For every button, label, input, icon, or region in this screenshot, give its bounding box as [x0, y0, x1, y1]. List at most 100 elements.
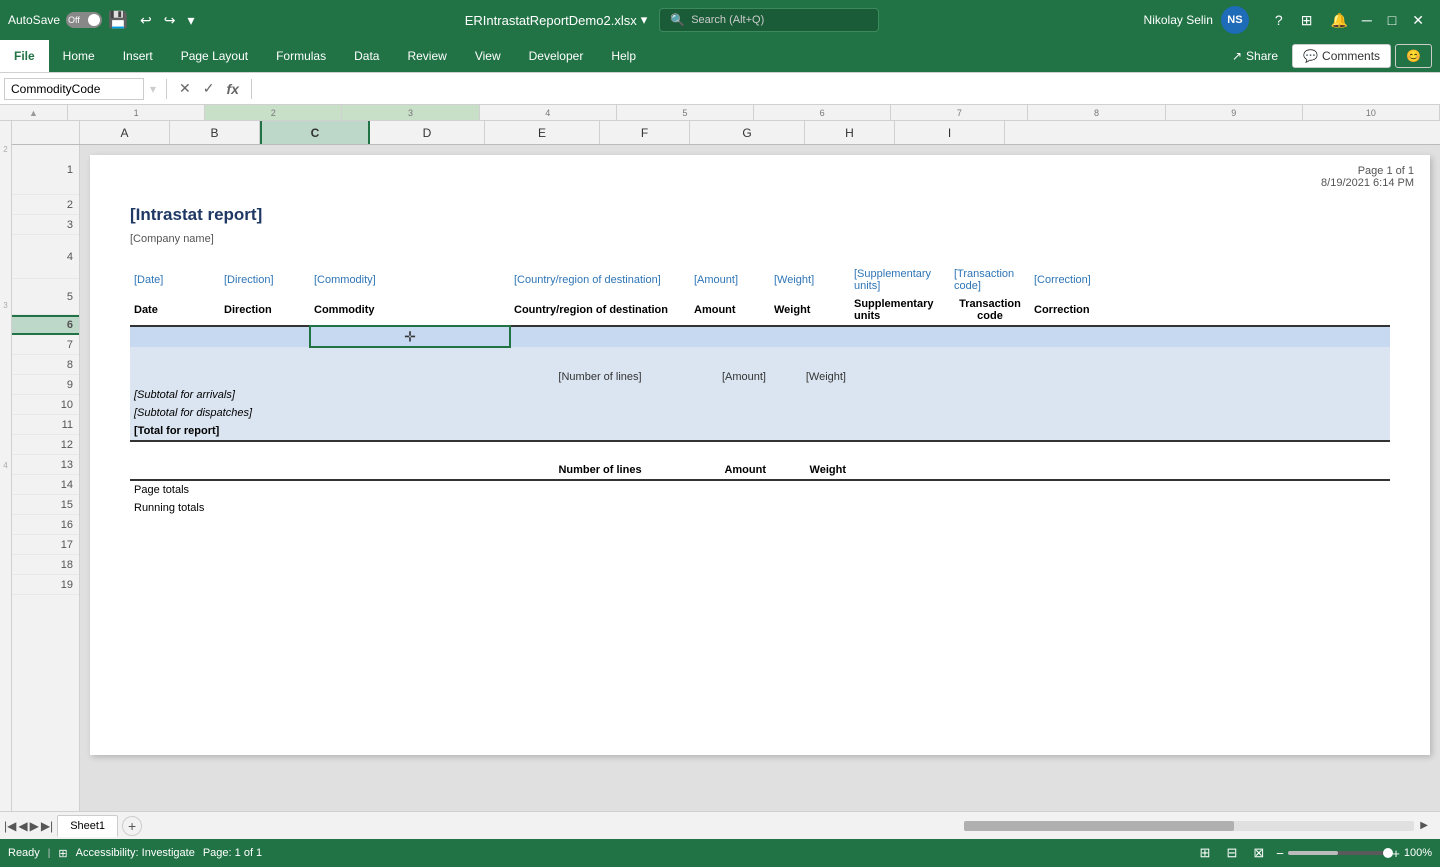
- col-header-C[interactable]: C: [260, 121, 370, 144]
- data-row6-direction[interactable]: [220, 326, 310, 347]
- col-header-B[interactable]: B: [170, 121, 260, 144]
- sheet-tab-sheet1[interactable]: Sheet1: [57, 815, 118, 837]
- col-header-D[interactable]: D: [370, 121, 485, 144]
- data-row6-corr[interactable]: [1030, 326, 1390, 347]
- confirm-formula-button[interactable]: ✓: [199, 78, 219, 99]
- row-num-2[interactable]: 2: [12, 195, 79, 215]
- row-num-4[interactable]: 4: [12, 235, 79, 279]
- row-num-6[interactable]: 6: [12, 315, 79, 335]
- table-data-row-6[interactable]: ✛: [130, 326, 1390, 347]
- sheet-tabs: |◀ ◀ ▶ ▶| Sheet1 + ▶: [0, 811, 1440, 839]
- row-num-1[interactable]: 1: [12, 145, 79, 195]
- undo-button[interactable]: ↩: [134, 8, 158, 33]
- name-box[interactable]: [4, 78, 144, 100]
- row-num-14[interactable]: 14: [12, 475, 79, 495]
- row-num-7[interactable]: 7: [12, 335, 79, 355]
- data-row6-date[interactable]: [130, 326, 220, 347]
- add-sheet-button[interactable]: +: [122, 816, 142, 836]
- header1-date: [Date]: [130, 265, 220, 295]
- tab-developer[interactable]: Developer: [515, 40, 598, 72]
- tab-file[interactable]: File: [0, 40, 49, 72]
- data-row6-weight[interactable]: [770, 326, 850, 347]
- col-header-I[interactable]: I: [895, 121, 1005, 144]
- formula-input[interactable]: [260, 82, 1436, 96]
- data-row6-country[interactable]: [510, 326, 690, 347]
- comments-button[interactable]: 💬 Comments: [1292, 44, 1391, 68]
- redo-button[interactable]: ↪: [158, 8, 182, 33]
- notifications-icon[interactable]: 🔔: [1324, 8, 1353, 33]
- search-box[interactable]: 🔍 Search (Alt+Q): [659, 8, 879, 32]
- user-avatar[interactable]: NS: [1221, 6, 1249, 34]
- h-scroll-thumb[interactable]: [964, 821, 1234, 831]
- h-scroll-right[interactable]: ▶: [1420, 820, 1428, 831]
- scroll-left-start[interactable]: |◀: [4, 819, 16, 833]
- col-header-F[interactable]: F: [600, 121, 690, 144]
- data-row6-amount[interactable]: [690, 326, 770, 347]
- row-num-5[interactable]: 5: [12, 279, 79, 315]
- zoom-out-button[interactable]: −: [1276, 846, 1284, 861]
- save-button[interactable]: 💾: [102, 6, 134, 34]
- quick-access-dropdown[interactable]: ▾: [181, 8, 200, 33]
- h-scroll-track[interactable]: [964, 821, 1414, 831]
- page-layout-view-button[interactable]: ⊟: [1222, 843, 1241, 863]
- cell-mode-button[interactable]: ⊞: [58, 847, 67, 860]
- title-center: ERIntrastatReportDemo2.xlsx ▾ 🔍 Search (…: [200, 8, 1143, 32]
- page-break-view-button[interactable]: ⊠: [1249, 843, 1268, 863]
- tab-view[interactable]: View: [461, 40, 515, 72]
- insert-function-button[interactable]: fx: [223, 79, 243, 99]
- data-row6-trans[interactable]: [950, 326, 1030, 347]
- ruler-area: ▲ 1 2 3 4 5 6 7 8 9 10: [0, 105, 1440, 121]
- data-row6-commodity[interactable]: ✛: [310, 326, 510, 347]
- table-row-11: [Total for report]: [130, 422, 1390, 441]
- row-num-15[interactable]: 15: [12, 495, 79, 515]
- row-num-17[interactable]: 17: [12, 535, 79, 555]
- help-icon[interactable]: ?: [1269, 8, 1289, 32]
- row-num-16[interactable]: 16: [12, 515, 79, 535]
- scroll-right[interactable]: ▶: [30, 819, 39, 833]
- close-button[interactable]: ✕: [1404, 0, 1432, 40]
- ribbon-tabs: File Home Insert Page Layout Formulas Da…: [0, 40, 1440, 72]
- tab-home[interactable]: Home: [49, 40, 109, 72]
- tab-review[interactable]: Review: [393, 40, 460, 72]
- col-header-E[interactable]: E: [485, 121, 600, 144]
- emoji-button[interactable]: 😊: [1395, 44, 1432, 68]
- row-num-18[interactable]: 18: [12, 555, 79, 575]
- tab-page-layout[interactable]: Page Layout: [167, 40, 262, 72]
- scroll-indicator-3: 3: [3, 301, 7, 310]
- autosave-state: Off: [68, 15, 80, 25]
- tab-formulas[interactable]: Formulas: [262, 40, 340, 72]
- autosave-label: AutoSave: [8, 13, 60, 27]
- zoom-in-button[interactable]: +: [1392, 846, 1400, 861]
- row8-weight: [Weight]: [770, 368, 850, 386]
- tab-insert[interactable]: Insert: [109, 40, 167, 72]
- cancel-formula-button[interactable]: ✕: [175, 78, 195, 99]
- row-num-3[interactable]: 3: [12, 215, 79, 235]
- name-box-dropdown[interactable]: ▾: [150, 82, 156, 96]
- tab-help[interactable]: Help: [597, 40, 650, 72]
- row-num-12[interactable]: 12: [12, 435, 79, 455]
- maximize-button[interactable]: □: [1380, 0, 1404, 40]
- row-num-10[interactable]: 10: [12, 395, 79, 415]
- ribbon-collapse-icon[interactable]: ⊞: [1295, 8, 1319, 33]
- data-row6-supp[interactable]: [850, 326, 950, 347]
- row-num-13[interactable]: 13: [12, 455, 79, 475]
- col-header-A[interactable]: A: [80, 121, 170, 144]
- row-num-11[interactable]: 11: [12, 415, 79, 435]
- zoom-slider[interactable]: [1288, 851, 1388, 855]
- row-num-19[interactable]: 19: [12, 575, 79, 595]
- minimize-button[interactable]: ─: [1354, 0, 1380, 40]
- autosave-toggle[interactable]: Off: [66, 12, 102, 28]
- share-button[interactable]: ↗ Share: [1222, 45, 1288, 67]
- normal-view-button[interactable]: ⊞: [1196, 843, 1215, 863]
- zoom-slider-thumb[interactable]: [1383, 848, 1393, 858]
- row-num-8[interactable]: 8: [12, 355, 79, 375]
- tab-data[interactable]: Data: [340, 40, 393, 72]
- ready-status: Ready: [8, 847, 40, 859]
- row-num-9[interactable]: 9: [12, 375, 79, 395]
- col-header-H[interactable]: H: [805, 121, 895, 144]
- scroll-left[interactable]: ◀: [18, 819, 27, 833]
- scroll-right-end[interactable]: ▶|: [41, 819, 53, 833]
- col-header-G[interactable]: G: [690, 121, 805, 144]
- horizontal-scrollbar[interactable]: ▶: [146, 820, 1436, 831]
- page-preview-area[interactable]: Page 1 of 1 8/19/2021 6:14 PM [Intrastat…: [80, 145, 1440, 811]
